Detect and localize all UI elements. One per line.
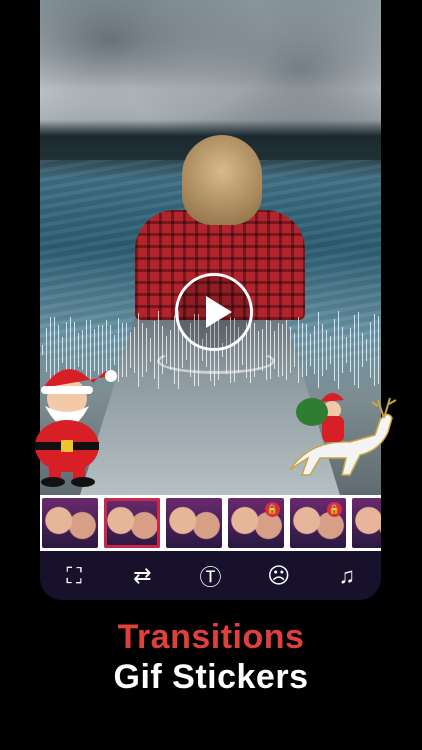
waveform-bar — [41, 345, 43, 355]
editor-toolbar: ⛶ ⇄ Ⓣ ☹ ♫ — [40, 551, 381, 600]
waveform-bar — [153, 320, 155, 380]
waveform-bar — [149, 337, 151, 363]
waveform-bar — [361, 333, 363, 367]
santa-sticker-left[interactable] — [13, 358, 121, 488]
promo-title-gif-stickers: Gif Stickers — [113, 658, 309, 696]
waveform-bar — [369, 322, 371, 378]
waveform-bar — [293, 333, 295, 367]
waveform-bar — [301, 322, 303, 378]
crop-icon[interactable]: ⛶ — [54, 563, 94, 589]
waveform-bar — [269, 320, 271, 380]
add-music-icon[interactable]: ♫ — [327, 563, 367, 589]
waveform-bar — [137, 313, 139, 387]
waveform-bar — [317, 312, 319, 388]
waveform-bar — [285, 320, 287, 380]
waveform-bar — [373, 313, 375, 387]
woman-hair — [182, 135, 262, 225]
waveform-bar — [297, 316, 299, 384]
thumbnail-item[interactable] — [166, 498, 222, 548]
waveform-bar — [281, 324, 283, 376]
waveform-bar — [313, 325, 315, 375]
waveform-bar — [329, 335, 331, 365]
lock-icon: 🔒 — [265, 502, 280, 517]
play-button[interactable] — [175, 273, 253, 351]
waveform-bar — [337, 310, 339, 390]
promo-title-transitions: Transitions — [117, 618, 305, 656]
santa-reindeer-sticker[interactable] — [280, 380, 405, 480]
lock-icon: 🔒 — [327, 502, 342, 517]
text-icon[interactable]: Ⓣ — [190, 560, 230, 592]
phone-screen: 🔒 🔒 ⛶ ⇄ Ⓣ ☹ ♫ — [40, 0, 381, 600]
waveform-bar — [289, 326, 291, 374]
waveform-bar — [265, 319, 267, 381]
waveform-bar — [341, 327, 343, 373]
waveform-bar — [129, 332, 131, 368]
thumbnail-item[interactable] — [352, 498, 381, 548]
thumbnail-item[interactable] — [42, 498, 98, 548]
waveform-bar — [125, 322, 127, 378]
waveform-bar — [157, 310, 159, 390]
waveform-bar — [365, 338, 367, 362]
play-ring-shadow — [157, 348, 275, 374]
waveform-bar — [121, 322, 123, 378]
thumbnail-item[interactable] — [104, 498, 160, 548]
waveform-bar — [173, 315, 175, 385]
waveform-bar — [357, 311, 359, 389]
waveform-bar — [277, 323, 279, 377]
waveform-bar — [141, 323, 143, 377]
waveform-bar — [145, 328, 147, 372]
waveform-bar — [325, 329, 327, 371]
waveform-bar — [321, 323, 323, 377]
waveform-bar — [333, 319, 335, 381]
waveform-bar — [353, 315, 355, 385]
emoji-icon[interactable]: ☹ — [259, 563, 299, 589]
waveform-bar — [133, 327, 135, 373]
waveform-bar — [349, 328, 351, 372]
waveform-bar — [309, 334, 311, 366]
transition-icon[interactable]: ⇄ — [122, 563, 162, 589]
waveform-bar — [345, 337, 347, 363]
waveform-bar — [377, 315, 379, 385]
thumbnail-strip[interactable]: 🔒 🔒 — [40, 495, 381, 551]
waveform-bar — [305, 324, 307, 376]
thumbnail-item[interactable]: 🔒 — [290, 498, 346, 548]
thumbnail-item[interactable]: 🔒 — [228, 498, 284, 548]
